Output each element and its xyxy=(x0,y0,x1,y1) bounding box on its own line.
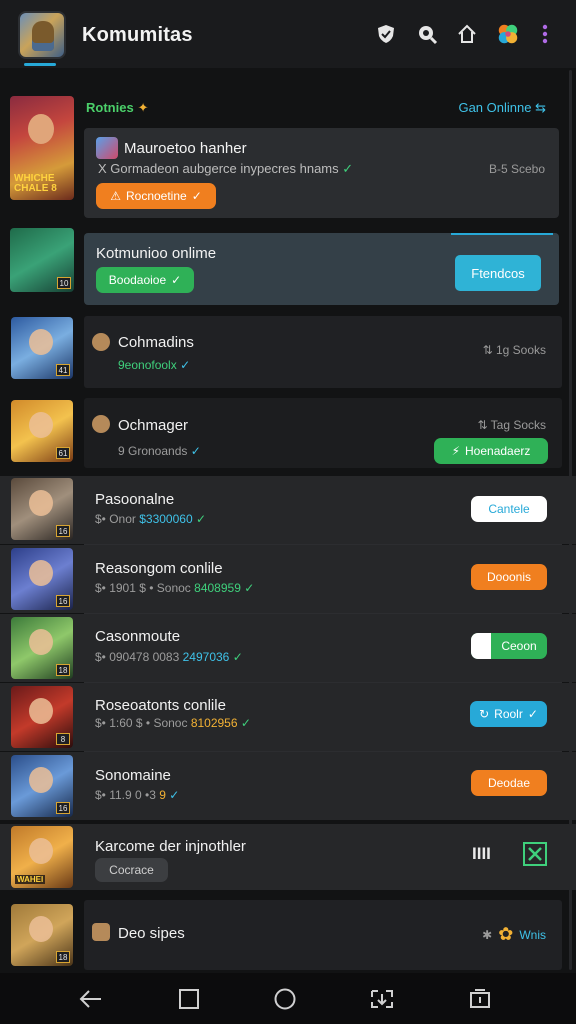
row-title: Deo sipes xyxy=(118,925,185,942)
warning-icon: ⚠ xyxy=(110,189,121,203)
filter-icon: ⇅ xyxy=(482,343,496,357)
search-icon[interactable] xyxy=(415,22,439,46)
row-subtitle: $• Onor $3300060 ✓ xyxy=(95,512,207,526)
row-subtitle: $• 11.9 0 •3 9 ✓ xyxy=(95,788,180,802)
list-item[interactable]: 61 Ochmager 9 Gronoands ✓ ⇅ Tag Socks ⚡ H… xyxy=(0,398,576,468)
card-meta: B-5 Scebo xyxy=(488,162,545,176)
system-navbar xyxy=(0,973,576,1024)
avatar xyxy=(92,333,110,351)
row-subtitle: 9eonofoolx ✓ xyxy=(118,358,191,372)
app-logo[interactable] xyxy=(18,11,66,59)
list-item[interactable]: 41 Cohmadins 9eonofoolx ✓ ⇅ 1g Sooks xyxy=(0,316,576,388)
game-thumbnail[interactable]: 61 xyxy=(11,400,73,462)
section-title: Rotnies ✦ xyxy=(86,100,149,115)
back-icon[interactable] xyxy=(78,987,104,1011)
progress-line xyxy=(451,233,553,235)
row-meta[interactable]: ✱ ✿ Wnis xyxy=(482,924,546,945)
bolt-icon: ⚡ xyxy=(451,444,461,458)
row-title: Reasongom conlile xyxy=(95,560,223,577)
app-header: Komumitas xyxy=(0,0,576,68)
game-thumbnail[interactable]: 16 xyxy=(11,755,73,817)
list-item[interactable]: WAHEI Karcome der injnothler Cocrace III… xyxy=(0,824,576,890)
row-title: Roseoatonts conlile xyxy=(95,697,226,714)
list-item[interactable]: 16 Sonomaine $• 11.9 0 •3 9 ✓ Deodae xyxy=(0,752,576,820)
game-thumbnail[interactable]: 18 xyxy=(11,904,73,966)
cocrace-chip[interactable]: Cocrace xyxy=(95,858,168,882)
check-icon: ✓ xyxy=(180,358,191,372)
list-item[interactable]: 16 Reasongom conlile $• 1901 $ • Sonoc 8… xyxy=(0,545,576,613)
filter-icon: ⇅ xyxy=(477,418,491,432)
list-item[interactable]: 8 Roseoatonts conlile $• 1:60 $ • Sonoc … xyxy=(0,683,576,751)
ceoon-toggle[interactable]: Ceoon xyxy=(471,633,547,659)
close-icon xyxy=(528,847,542,861)
square-icon[interactable] xyxy=(176,987,202,1011)
roolr-button[interactable]: ↻ Roolr ✓ xyxy=(470,701,547,727)
more-icon[interactable] xyxy=(538,22,552,46)
featured-card-2[interactable]: Kotmunioo onlime Boodaoioe ✓ Ftendcos xyxy=(84,233,559,305)
game-thumbnail[interactable]: WAHEI xyxy=(11,826,73,888)
list-item[interactable]: 18 Deo sipes ✱ ✿ Wnis xyxy=(0,900,576,970)
screenshot-icon[interactable] xyxy=(369,987,395,1011)
page-title: Komumitas xyxy=(82,24,193,46)
dooonis-button[interactable]: Dooonis xyxy=(471,564,547,590)
home-circle-icon[interactable] xyxy=(272,987,298,1011)
share-icon: ⇆ xyxy=(535,100,546,115)
featured-section: WHICHE CHALE 8 Rotnies ✦ Gan Onlinne ⇆ Ma… xyxy=(0,80,576,310)
game-thumbnail[interactable]: 8 xyxy=(11,686,73,748)
refresh-icon: ↻ xyxy=(479,707,490,721)
deodae-button[interactable]: Deodae xyxy=(471,770,547,796)
list-item[interactable]: 18 Casonmoute $• 090478 0083 2497036 ✓ C… xyxy=(0,614,576,682)
row-title: Karcome der injnothler xyxy=(95,838,246,855)
clover-icon[interactable] xyxy=(496,22,520,46)
game-thumbnail[interactable]: 16 xyxy=(11,478,73,540)
avatar xyxy=(92,923,110,941)
row-title: Pasoonalne xyxy=(95,491,175,508)
check-icon: ✓ xyxy=(191,189,202,203)
row-subtitle: $• 1:60 $ • Sonoc 8102956 ✓ xyxy=(95,716,251,730)
list-item[interactable]: 16 Pasoonalne $• Onor $3300060 ✓ Cantele xyxy=(0,476,576,544)
check-icon: ✓ xyxy=(171,273,182,287)
sparkle-icon: ✦ xyxy=(137,100,149,115)
status-pill[interactable]: Boodaoioe ✓ xyxy=(96,267,194,293)
clover-icon: ✿ xyxy=(498,924,514,944)
close-checkbox[interactable] xyxy=(523,842,547,866)
row-meta: ⇅ Tag Socks xyxy=(477,418,546,432)
game-thumbnail[interactable]: 16 xyxy=(11,548,73,610)
barcode-label: IIII xyxy=(472,844,491,863)
check-icon: ✓ xyxy=(190,444,201,458)
row-subtitle: 9 Gronoands ✓ xyxy=(118,444,201,458)
thumbnail-badge: WAHEI xyxy=(15,875,46,884)
home-icon[interactable] xyxy=(455,22,479,46)
row-title: Sonomaine xyxy=(95,767,171,784)
cantele-button[interactable]: Cantele xyxy=(471,496,547,522)
game-mini-icon xyxy=(96,137,118,159)
card-title: Kotmunioo onlime xyxy=(96,245,217,262)
thumbnail-badge: WHICHE CHALE 8 xyxy=(14,173,57,194)
card-title: Mauroetoo hanher xyxy=(124,140,247,157)
toggle-knob xyxy=(471,633,491,659)
row-subtitle: $• 090478 0083 2497036 ✓ xyxy=(95,650,243,664)
active-tab-indicator xyxy=(24,63,56,66)
row-title: Casonmoute xyxy=(95,628,181,645)
section-link[interactable]: Gan Onlinne ⇆ xyxy=(458,100,546,116)
hoenadaerz-button[interactable]: ⚡ Hoenadaerz xyxy=(434,438,548,464)
game-thumbnail[interactable]: 41 xyxy=(11,317,73,379)
row-subtitle: $• 1901 $ • Sonoc 8408959 ✓ xyxy=(95,581,255,595)
row-title: Ochmager xyxy=(118,417,189,434)
featured-game-thumbnail[interactable]: WHICHE CHALE 8 xyxy=(10,96,74,200)
featured-card[interactable]: Mauroetoo hanher X Gormadeon aubgerce in… xyxy=(84,128,559,218)
bluetooth-icon: ✱ xyxy=(482,927,493,942)
row-meta: ⇅ 1g Sooks xyxy=(482,343,546,357)
row-title: Cohmadins xyxy=(118,334,194,351)
game-thumbnail[interactable]: 18 xyxy=(11,617,73,679)
status-pill[interactable]: ⚠ Rocnoetine ✓ xyxy=(96,183,216,209)
switch-icon[interactable] xyxy=(467,987,493,1011)
shield-icon[interactable] xyxy=(374,22,398,46)
featured-game-thumbnail-2[interactable]: 10 xyxy=(10,228,74,292)
friends-button[interactable]: Ftendcos xyxy=(455,255,541,291)
card-subtitle: X Gormadeon aubgerce inypecres hnams ✓ xyxy=(98,161,354,176)
check-icon: ✓ xyxy=(342,161,354,176)
avatar xyxy=(92,415,110,433)
